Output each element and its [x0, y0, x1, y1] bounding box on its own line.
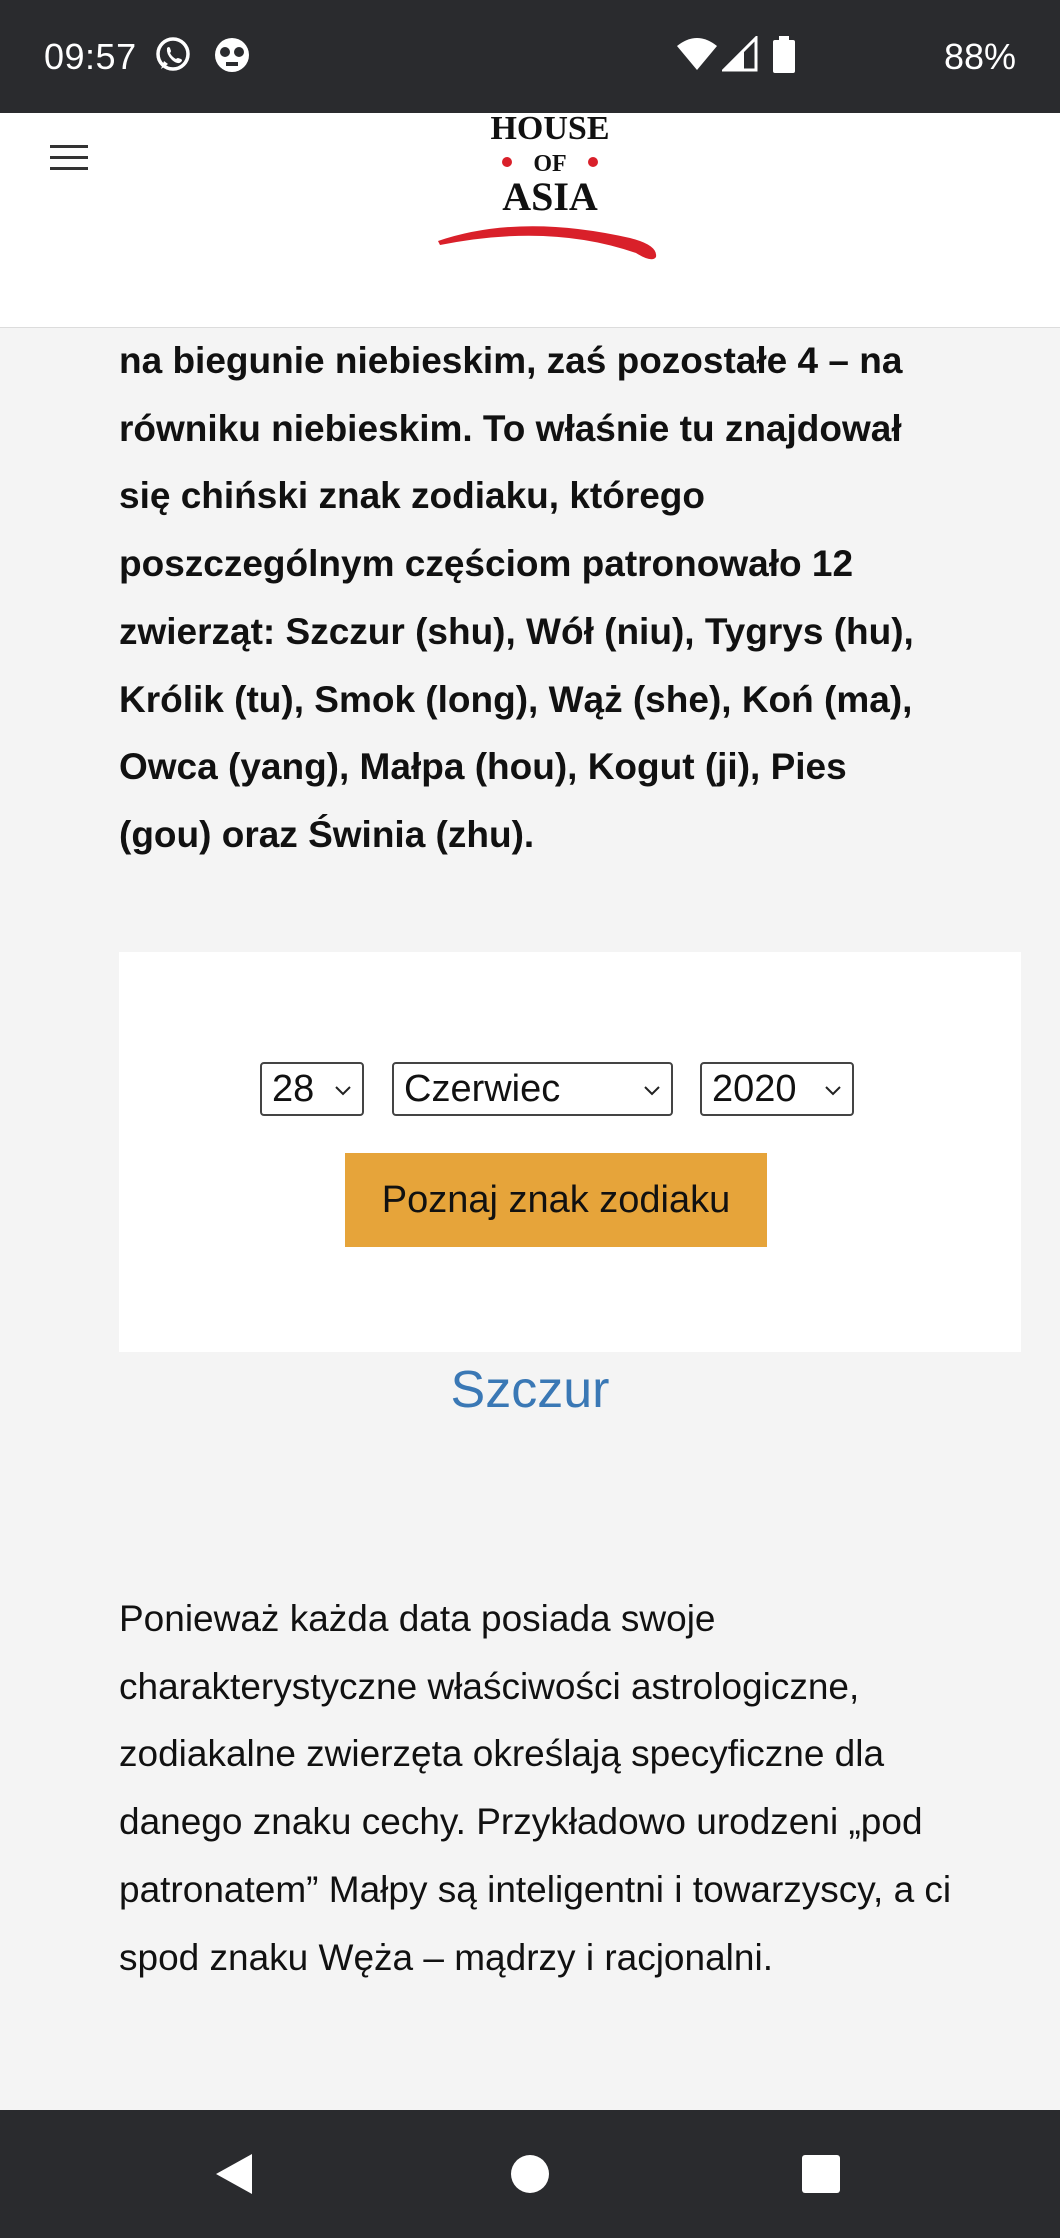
status-bar: 09:57 88% [0, 0, 1060, 113]
article-content: na biegunie niebieskim, zaś pozostałe 4 … [119, 327, 949, 869]
site-logo[interactable]: HOUSE OF ASIA [430, 110, 670, 273]
hamburger-menu-icon[interactable] [50, 139, 88, 179]
status-time: 09:57 [44, 36, 137, 77]
signal-icon [720, 34, 758, 77]
recent-apps-icon[interactable] [802, 2155, 840, 2198]
battery-percentage: 88% [943, 36, 1016, 77]
whatsapp-icon [154, 36, 192, 79]
chevron-down-icon [825, 1086, 841, 1096]
intro-paragraph: na biegunie niebieskim, zaś pozostałe 4 … [119, 340, 914, 855]
year-select[interactable]: 2020 [700, 1062, 854, 1116]
site-header: HOUSE OF ASIA [0, 110, 1060, 328]
battery-icon [772, 36, 796, 79]
year-select-value: 2020 [712, 1068, 797, 1110]
article-paragraph: Ponieważ każda data posiada swoje charak… [119, 1598, 952, 1978]
zodiac-result[interactable]: Szczur [0, 1360, 1060, 1420]
chevron-down-icon [644, 1086, 660, 1096]
home-icon[interactable] [510, 2154, 550, 2199]
back-icon[interactable] [214, 2152, 254, 2201]
system-navigation-bar [0, 2110, 1060, 2238]
month-select[interactable]: Czerwiec [392, 1062, 673, 1116]
month-select-value: Czerwiec [404, 1068, 561, 1110]
zodiac-calculator: 28 Czerwiec 2020 Poznaj znak zodiaku [119, 952, 1021, 1352]
day-select-value: 28 [272, 1068, 315, 1110]
wifi-icon [676, 36, 718, 77]
check-zodiac-button[interactable]: Poznaj znak zodiaku [345, 1153, 767, 1247]
day-select[interactable]: 28 [260, 1062, 364, 1116]
logo-text-house: HOUSE [490, 113, 609, 147]
notification-icon [212, 36, 252, 79]
chevron-down-icon [335, 1086, 351, 1096]
logo-text-asia: ASIA [502, 174, 598, 219]
